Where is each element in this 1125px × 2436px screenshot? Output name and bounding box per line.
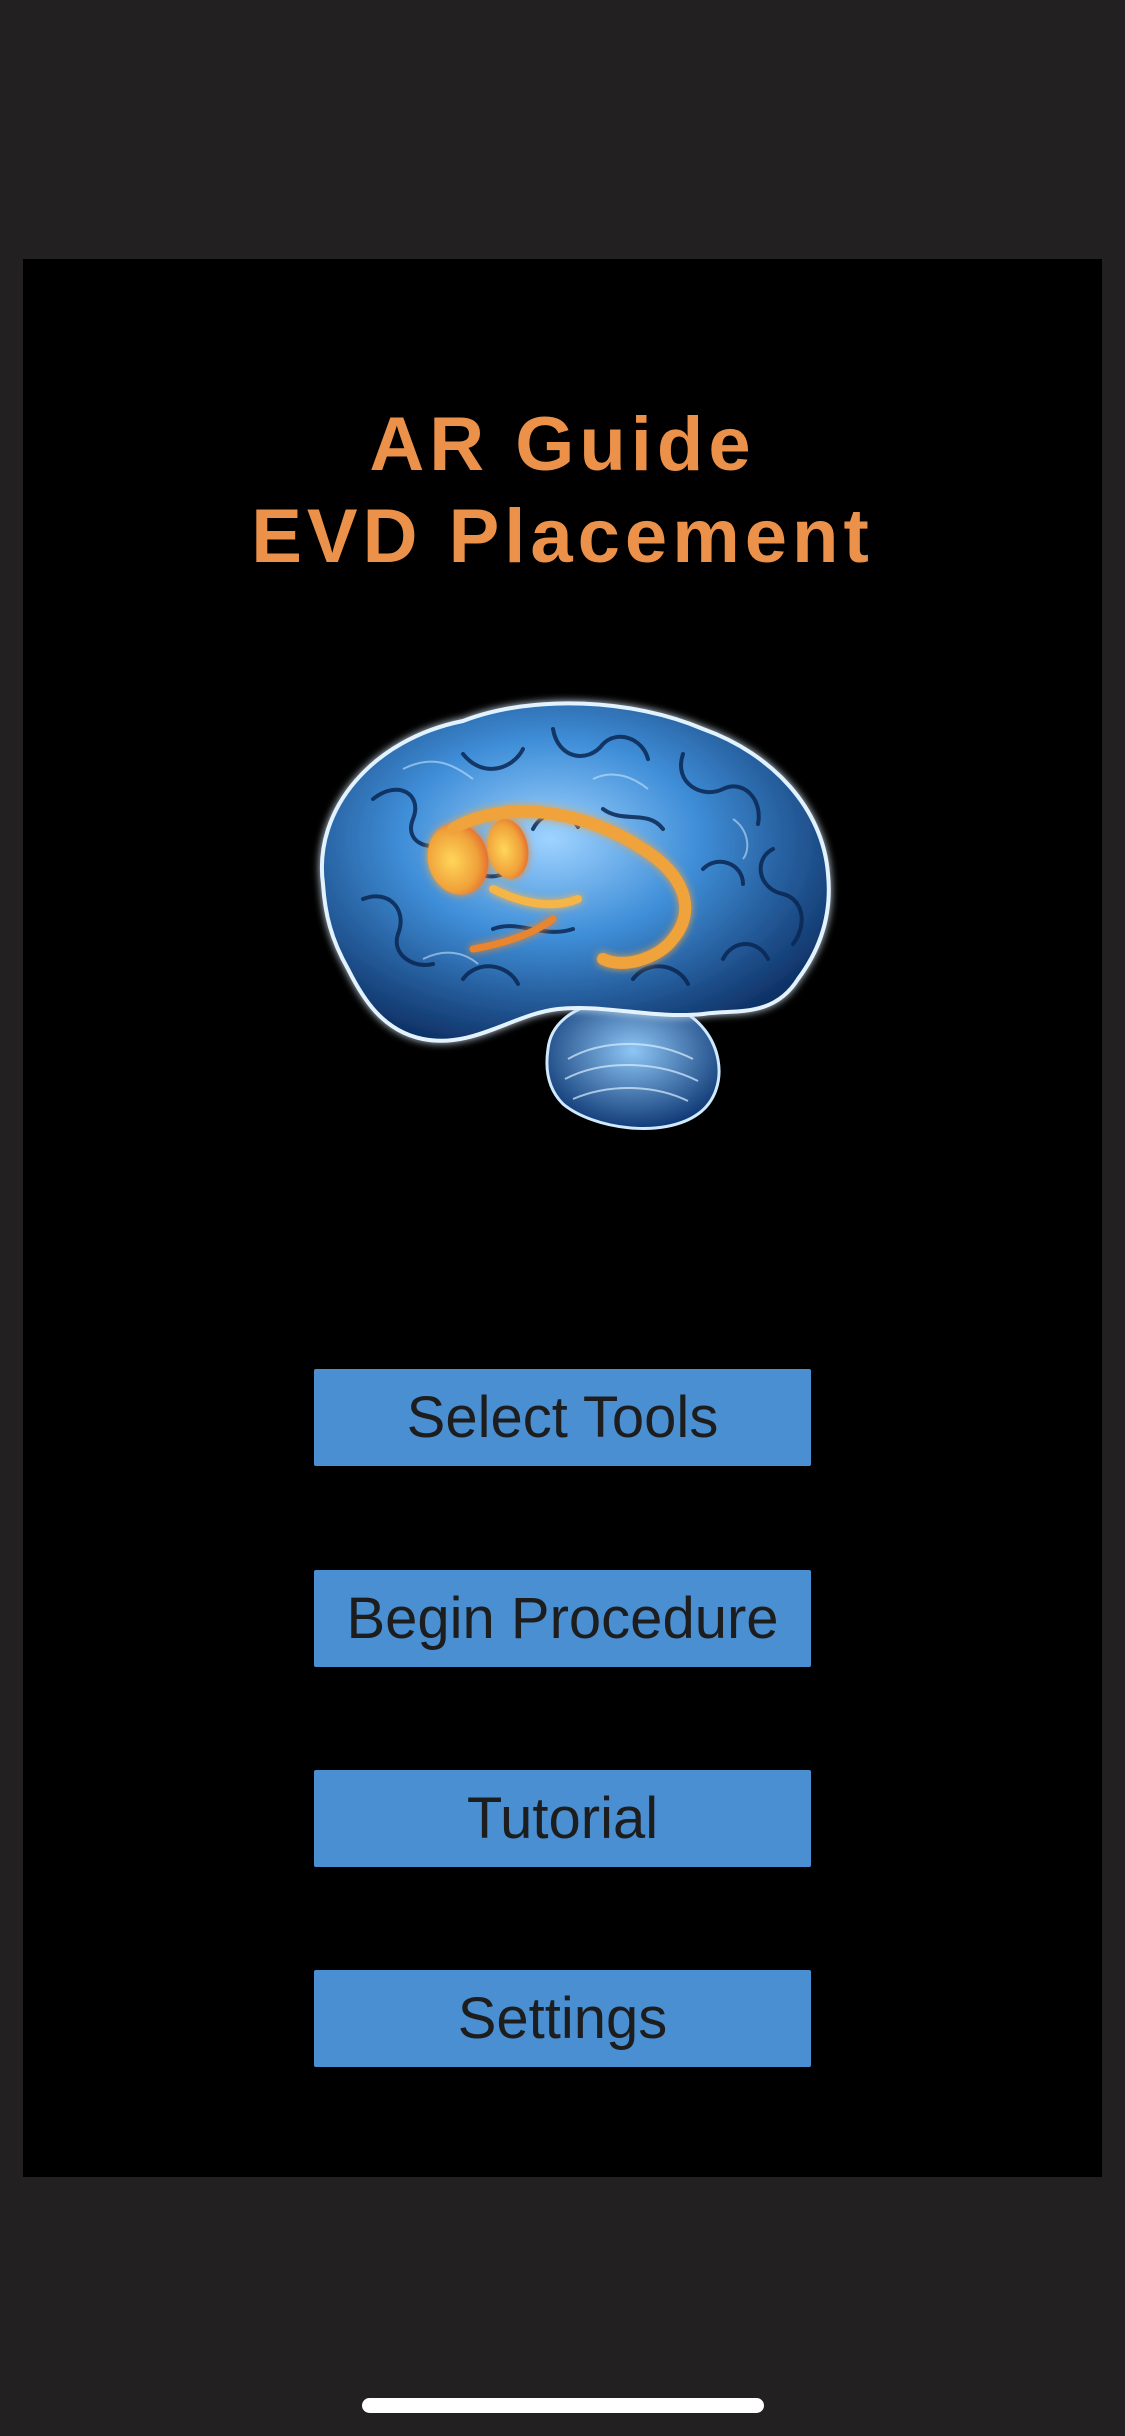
main-panel: AR Guide EVD Placement Select Tools Begi… — [23, 259, 1102, 2177]
app-title-line1: AR Guide — [369, 402, 756, 487]
begin-procedure-button[interactable]: Begin Procedure — [314, 1570, 811, 1667]
brain-ventricles-icon — [319, 701, 831, 1130]
app-title-line2: EVD Placement — [251, 494, 874, 579]
app-title: AR Guide EVD Placement — [23, 399, 1102, 583]
settings-button[interactable]: Settings — [314, 1970, 811, 2067]
home-indicator[interactable] — [362, 2398, 764, 2413]
select-tools-button[interactable]: Select Tools — [314, 1369, 811, 1466]
tutorial-button[interactable]: Tutorial — [314, 1770, 811, 1867]
